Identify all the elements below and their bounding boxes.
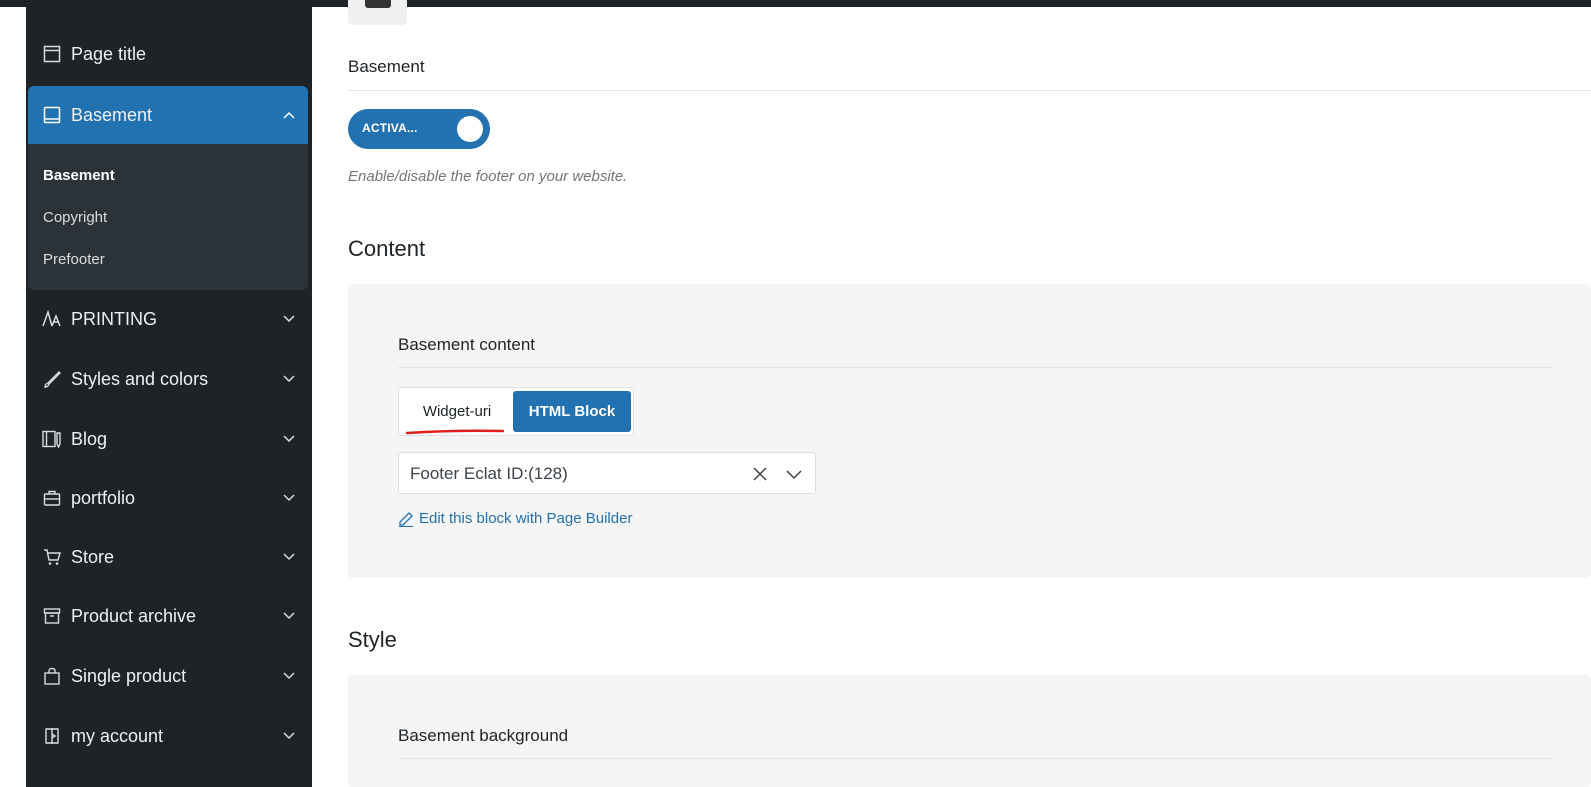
sidebar-item-page-title[interactable]: Page title: [28, 25, 308, 83]
sidebar-item-label: Styles and colors: [71, 368, 209, 389]
chevron-down-icon: [282, 609, 296, 623]
bag-icon: [42, 666, 62, 686]
toggle-label: ACTIVA...: [362, 121, 418, 135]
sidebar-item-store[interactable]: Store: [28, 528, 308, 586]
cart-icon: [42, 547, 62, 567]
edit-with-page-builder-link[interactable]: Edit this block with Page Builder: [398, 510, 632, 527]
archive-icon: [42, 606, 62, 626]
collapsed-control[interactable]: [348, 0, 407, 25]
blog-icon: [42, 429, 62, 449]
select-value: Footer Eclat ID:(128): [410, 464, 568, 483]
divider: [398, 367, 1552, 368]
page-icon: [42, 44, 62, 64]
field-title: Basement: [348, 57, 425, 76]
submenu-item-copyright[interactable]: Copyright: [43, 209, 107, 226]
sidebar-item-product-archive[interactable]: Product archive: [28, 587, 308, 645]
close-icon[interactable]: [751, 465, 769, 483]
submenu-item-prefooter[interactable]: Prefooter: [43, 251, 105, 268]
panel-title: Basement content: [398, 335, 536, 354]
sidebar: Page title Basement Basement Copyright P…: [26, 0, 312, 787]
chevron-down-icon: [282, 669, 296, 683]
toggle-knob: [457, 116, 483, 142]
sidebar-item-label: portfolio: [71, 487, 136, 508]
login-icon: [42, 726, 62, 746]
sidebar-item-printing[interactable]: PRINTING: [28, 290, 308, 348]
chevron-down-icon: [282, 372, 296, 386]
sidebar-item-label: Blog: [71, 428, 108, 449]
book-icon: [42, 105, 62, 125]
sidebar-item-basement[interactable]: Basement: [28, 86, 308, 144]
chevron-down-icon[interactable]: [785, 465, 803, 483]
style-heading: Style: [348, 627, 397, 652]
style-panel: Basement background: [348, 675, 1591, 787]
sidebar-item-label: my account: [71, 725, 164, 746]
divider: [348, 90, 1591, 91]
sidebar-item-label: Basement: [71, 104, 153, 125]
sidebar-item-styles-and-colors[interactable]: Styles and colors: [28, 350, 308, 408]
content-type-selector: Widget-uri HTML Block: [398, 387, 634, 436]
html-block-select[interactable]: Footer Eclat ID:(128): [398, 452, 816, 494]
chevron-down-icon: [282, 729, 296, 743]
chevron-up-icon: [282, 108, 296, 122]
field-description: Enable/disable the footer on your websit…: [348, 168, 628, 185]
option-html-block[interactable]: HTML Block: [513, 391, 631, 432]
main-content: Basement ACTIVA... Enable/disable the fo…: [312, 0, 1591, 787]
brush-icon: [42, 369, 62, 389]
chevron-down-icon: [282, 491, 296, 505]
sidebar-item-my-account[interactable]: my account: [28, 707, 308, 765]
content-panel: Basement content Widget-uri HTML Block F…: [348, 284, 1591, 578]
chevron-down-icon: [282, 550, 296, 564]
chevron-down-icon: [282, 312, 296, 326]
sidebar-item-blog[interactable]: Blog: [28, 410, 308, 468]
submenu-item-basement[interactable]: Basement: [43, 167, 115, 184]
sidebar-item-label: Single product: [71, 665, 187, 686]
content-heading: Content: [348, 236, 426, 261]
sidebar-item-portfolio[interactable]: portfolio: [28, 469, 308, 527]
pencil-icon: [399, 511, 413, 527]
sidebar-item-label: Product archive: [71, 605, 197, 626]
sidebar-item-single-product[interactable]: Single product: [28, 647, 308, 705]
sidebar-item-label: PRINTING: [71, 308, 158, 329]
sidebar-item-label: Page title: [71, 43, 147, 64]
briefcase-icon: [42, 488, 62, 508]
basement-submenu: Basement Copyright Prefooter: [28, 144, 308, 290]
edit-link-label: Edit this block with Page Builder: [419, 510, 633, 527]
red-underline-annotation: [405, 429, 505, 435]
sidebar-item-label: Store: [71, 546, 115, 567]
footer-toggle[interactable]: ACTIVA...: [348, 109, 490, 149]
chevron-down-icon: [282, 432, 296, 446]
divider: [398, 758, 1552, 759]
typography-icon: [42, 309, 62, 329]
option-widgets[interactable]: Widget-uri: [403, 391, 511, 432]
panel-title: Basement background: [398, 726, 569, 745]
